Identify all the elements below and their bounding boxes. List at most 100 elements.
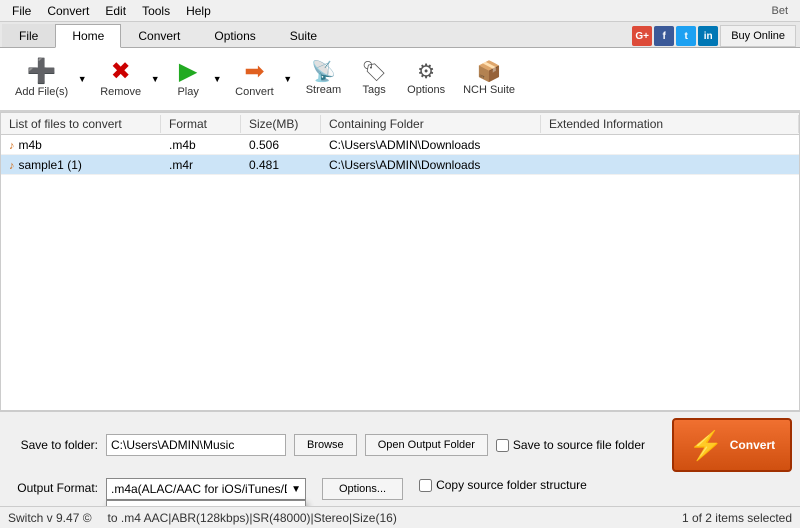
format-selected-text: .m4a(ALAC/AAC for iOS/iTunes/DSi) [107, 482, 287, 496]
stream-label: Stream [306, 84, 341, 96]
dropdown-item-aif[interactable]: .aif [107, 501, 305, 506]
format-select-arrow: ▼ [287, 484, 305, 495]
status-bar: Switch v 9.47 © to .m4 AAC|ABR(128kbps)|… [0, 506, 800, 528]
copy-source-checkbox-label[interactable]: Copy source folder structure [419, 478, 587, 492]
copy-source-label-text: Copy source folder structure [436, 478, 587, 492]
menu-item-help[interactable]: Help [178, 2, 219, 20]
file-list-header: List of files to convert Format Size(MB)… [1, 113, 799, 135]
add-files-icon: ➕ [27, 60, 57, 84]
format-dropdown-popup: .aif .amr .ape .au .caf(with ALAC encodi… [106, 500, 306, 506]
format-select-display[interactable]: .m4a(ALAC/AAC for iOS/iTunes/DSi) ▼ [106, 478, 306, 500]
file-name-0: ♪m4b [1, 136, 161, 154]
browse-button[interactable]: Browse [294, 434, 357, 456]
col-header-folder: Containing Folder [321, 115, 541, 133]
format-dropdown-area: .m4a(ALAC/AAC for iOS/iTunes/DSi) ▼ .aif… [106, 478, 306, 500]
convert-toolbar-label: Convert [235, 86, 274, 98]
col-header-size: Size(MB) [241, 115, 321, 133]
facebook-icon[interactable]: f [654, 26, 674, 46]
output-format-label: Output Format: [8, 481, 98, 495]
col-header-ext: Extended Information [541, 115, 799, 133]
convert-arrow-icon: ⚡ [689, 429, 724, 462]
tags-button[interactable]: 🏷 Tags [352, 52, 396, 106]
tab-options[interactable]: Options [197, 24, 272, 47]
options-icon: ⚙ [417, 62, 435, 82]
format-dropdown-scroll[interactable]: .aif .amr .ape .au .caf(with ALAC encodi… [107, 501, 305, 506]
add-files-group: ➕ Add File(s) ▼ [8, 52, 89, 106]
menu-item-convert[interactable]: Convert [39, 2, 97, 20]
file-ext-0 [541, 143, 799, 147]
add-files-dropdown-arrow[interactable]: ▼ [75, 52, 89, 106]
col-header-format: Format [161, 115, 241, 133]
format-options-button[interactable]: Options... [322, 478, 403, 500]
add-files-button[interactable]: ➕ Add File(s) [8, 52, 75, 106]
convert-toolbar-group: ➡ Convert ▼ [228, 52, 295, 106]
col-header-name: List of files to convert [1, 115, 161, 133]
bottom-controls: Save to folder: Browse Open Output Folde… [0, 411, 800, 506]
save-source-checkbox[interactable] [496, 439, 509, 452]
menu-item-tools[interactable]: Tools [134, 2, 178, 20]
output-format-row: Output Format: .m4a(ALAC/AAC for iOS/iTu… [8, 478, 792, 500]
convert-toolbar-button[interactable]: ➡ Convert [228, 52, 281, 106]
tab-file[interactable]: File [2, 24, 55, 47]
status-left: Switch v 9.47 © [8, 511, 92, 525]
save-path-input[interactable] [106, 434, 286, 456]
tags-icon: 🏷 [361, 62, 386, 82]
save-folder-label: Save to folder: [8, 438, 98, 452]
tab-home[interactable]: Home [55, 24, 121, 48]
file-icon-0: ♪ [9, 140, 15, 152]
play-label: Play [177, 86, 198, 98]
nch-suite-icon: 📦 [477, 62, 502, 82]
nch-suite-label: NCH Suite [463, 84, 515, 96]
stream-button[interactable]: 📡 Stream [299, 52, 348, 106]
app-beta-label: Bet [763, 3, 796, 19]
menu-item-edit[interactable]: Edit [97, 2, 134, 20]
google-plus-icon[interactable]: G+ [632, 26, 652, 46]
menu-item-file[interactable]: File [4, 2, 39, 20]
remove-label: Remove [100, 86, 141, 98]
remove-button[interactable]: ✖ Remove [93, 52, 148, 106]
menu-bar: File Convert Edit Tools Help Bet [0, 0, 800, 22]
options-label: Options [407, 84, 445, 96]
save-source-checkbox-label[interactable]: Save to source file folder [496, 438, 645, 452]
convert-big-label: Convert [730, 438, 775, 452]
stream-icon: 📡 [311, 62, 336, 82]
status-middle: to .m4 AAC|ABR(128kbps)|SR(48000)|Stereo… [108, 511, 397, 525]
ribbon-right-area: G+ f t in Buy Online [632, 25, 800, 47]
table-row[interactable]: ♪m4b .m4b 0.506 C:\Users\ADMIN\Downloads [1, 135, 799, 155]
tags-label: Tags [363, 84, 386, 96]
convert-toolbar-icon: ➡ [244, 60, 264, 84]
play-dropdown-arrow[interactable]: ▼ [210, 52, 224, 106]
tab-suite[interactable]: Suite [273, 24, 334, 47]
convert-toolbar-dropdown-arrow[interactable]: ▼ [281, 52, 295, 106]
open-output-button[interactable]: Open Output Folder [365, 434, 488, 456]
add-files-label: Add File(s) [15, 86, 68, 98]
remove-group: ✖ Remove ▼ [93, 52, 162, 106]
twitter-icon[interactable]: t [676, 26, 696, 46]
file-folder-0: C:\Users\ADMIN\Downloads [321, 136, 541, 154]
nch-suite-button[interactable]: 📦 NCH Suite [456, 52, 522, 106]
remove-dropdown-arrow[interactable]: ▼ [148, 52, 162, 106]
toolbar: ➕ Add File(s) ▼ ✖ Remove ▼ ▶ Play ▼ ➡ [0, 48, 800, 112]
options-button[interactable]: ⚙ Options [400, 52, 452, 106]
file-format-0: .m4b [161, 136, 241, 154]
file-size-0: 0.506 [241, 136, 321, 154]
remove-icon: ✖ [111, 60, 131, 84]
file-icon-1: ♪ [9, 160, 15, 172]
file-list-area: List of files to convert Format Size(MB)… [0, 112, 800, 411]
status-right: 1 of 2 items selected [682, 511, 792, 525]
play-icon: ▶ [179, 60, 197, 84]
ribbon-tabs: File Home Convert Options Suite G+ f t i… [0, 22, 800, 48]
file-format-1: .m4r [161, 156, 241, 174]
play-button[interactable]: ▶ Play [166, 52, 210, 106]
file-folder-1: C:\Users\ADMIN\Downloads [321, 156, 541, 174]
convert-big-button[interactable]: ⚡ Convert [672, 418, 792, 472]
file-size-1: 0.481 [241, 156, 321, 174]
copy-source-checkbox[interactable] [419, 479, 432, 492]
play-group: ▶ Play ▼ [166, 52, 224, 106]
table-row[interactable]: ♪sample1 (1) .m4r 0.481 C:\Users\ADMIN\D… [1, 155, 799, 175]
linkedin-icon[interactable]: in [698, 26, 718, 46]
save-source-label-text: Save to source file folder [513, 438, 645, 452]
tab-convert[interactable]: Convert [121, 24, 197, 47]
buy-online-button[interactable]: Buy Online [720, 25, 796, 47]
save-folder-row: Save to folder: Browse Open Output Folde… [8, 418, 792, 472]
